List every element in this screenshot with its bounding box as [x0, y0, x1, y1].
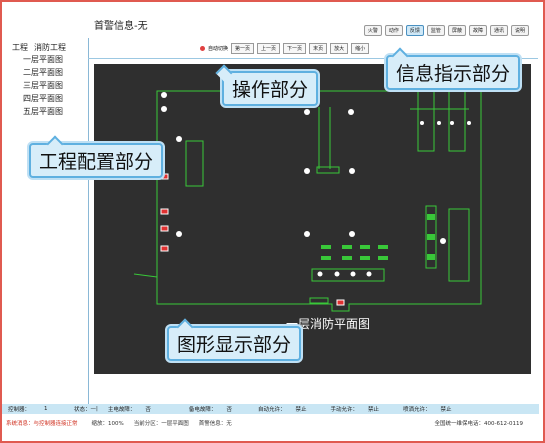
room-block [185, 140, 204, 187]
detector-3[interactable] [176, 136, 182, 142]
alarm-button-4[interactable] [160, 245, 169, 252]
tree-item-floor1[interactable]: 一层平面图 [23, 53, 66, 66]
detector-2[interactable] [161, 106, 167, 112]
tree-project-label[interactable]: 消防工程 [34, 42, 66, 53]
project-tree: 工程 消防工程 一层平面图 二层平面图 三层平面图 四层平面图 五层平面图 [12, 42, 66, 118]
entrance-line [133, 273, 158, 278]
alarm-button-5[interactable] [336, 299, 345, 306]
module-5 [321, 256, 331, 260]
indicator-3 [450, 121, 454, 125]
prev-page-button[interactable]: 上一页 [257, 43, 281, 54]
backup-fault-label: 备电故障： [188, 407, 217, 413]
module-8 [378, 256, 388, 260]
module-2 [342, 245, 352, 249]
status-button-group: 火警 动作 反馈 监管 屏蔽 故障 通讯 说明 [363, 25, 529, 36]
detector-4[interactable] [304, 109, 310, 115]
tree-item-floor3[interactable]: 三层平面图 [23, 79, 66, 92]
module-4 [378, 245, 388, 249]
first-alarm-info: 首警信息：无 [198, 421, 232, 427]
detector-10[interactable] [349, 231, 355, 237]
controller-select[interactable]: 1 [44, 406, 74, 412]
page-title: 首警信息-无 [94, 21, 148, 32]
manual-allow-label: 手动允许： [330, 407, 358, 413]
cabinet-right [448, 88, 466, 152]
tree-item-floor2[interactable]: 二层平面图 [23, 66, 66, 79]
auto-switch-checkbox[interactable] [200, 46, 205, 51]
system-message: 系统消息：与控制器连接正常 [6, 421, 78, 427]
service-hotline: 全国统一维保电话：400-612-0119 [434, 421, 523, 427]
callout-graphics: 图形显示部分 [167, 326, 302, 361]
alarm-button-2[interactable] [160, 208, 169, 215]
detector-9[interactable] [304, 231, 310, 237]
module-3 [360, 245, 370, 249]
auto-allow-value: 禁止 [295, 407, 307, 413]
detector-11[interactable] [440, 238, 446, 244]
status-button-fire[interactable]: 火警 [363, 25, 382, 36]
alarm-button-3[interactable] [160, 225, 169, 232]
info-status-bar: 系统消息：与控制器连接正常 缩放：100% 当前分区：一层平面图 首警信息：无 … [2, 418, 539, 428]
header-bar: 首警信息-无 火警 动作 反馈 监管 屏蔽 故障 通讯 说明 [90, 6, 535, 36]
callout-info: 信息指示部分 [386, 55, 521, 90]
status-button-supervise[interactable]: 监管 [426, 25, 445, 36]
status-button-shield[interactable]: 屏蔽 [447, 25, 466, 36]
last-page-button[interactable]: 末页 [309, 43, 328, 54]
detector-5[interactable] [348, 109, 354, 115]
status-button-help[interactable]: 说明 [510, 25, 529, 36]
zoom-in-button[interactable]: 放大 [330, 43, 349, 54]
valve-3 [427, 254, 435, 260]
indicator-2 [437, 121, 441, 125]
manual-allow-value: 禁止 [368, 407, 380, 413]
valve-1 [427, 214, 435, 220]
door-marker [309, 297, 329, 304]
detector-7[interactable] [349, 168, 355, 174]
detector-12[interactable] [317, 271, 323, 277]
detector-6[interactable] [304, 168, 310, 174]
detector-8[interactable] [176, 231, 182, 237]
zoom-out-button[interactable]: 缩小 [351, 43, 370, 54]
tree-item-floor4[interactable]: 四层平面图 [23, 92, 66, 105]
floor-plan-drawing: 一层消防平面图 [133, 75, 482, 331]
floor-plan-canvas[interactable]: 一层消防平面图 [94, 64, 531, 374]
spray-allow-label: 喷洒允许： [403, 407, 431, 413]
auto-allow-label: 自动允许： [257, 407, 286, 413]
tree-item-floor5[interactable]: 五层平面图 [23, 105, 66, 118]
detector-15[interactable] [366, 271, 372, 277]
spray-allow-value: 禁止 [440, 407, 452, 413]
pipe-base [316, 166, 340, 174]
tree-header: 工程 消防工程 [12, 42, 66, 53]
main-fault-label: 主电故障： [107, 407, 136, 413]
module-6 [342, 256, 352, 260]
zoom-level: 缩放：100% [91, 421, 124, 427]
status-button-comm[interactable]: 通讯 [489, 25, 508, 36]
first-page-button[interactable]: 第一页 [231, 43, 255, 54]
indicator-1 [420, 121, 424, 125]
indicator-4 [467, 121, 471, 125]
status-button-feedback[interactable]: 反馈 [405, 25, 424, 36]
valve-2 [427, 234, 435, 240]
sidebar-divider [88, 38, 89, 405]
module-1 [321, 245, 331, 249]
callout-config: 工程配置部分 [29, 143, 164, 178]
backup-fault-value: 否 [226, 407, 232, 413]
status-button-fault[interactable]: 故障 [468, 25, 487, 36]
current-zone: 当前分区：一层平面图 [133, 421, 189, 427]
main-fault-value: 否 [145, 407, 151, 413]
status-button-action[interactable]: 动作 [384, 25, 403, 36]
page-controls: 自动切换 第一页 上一页 下一页 末页 放大 缩小 [200, 43, 370, 54]
state-label: 状态： [74, 407, 91, 413]
tree-root-label[interactable]: 工程 [12, 42, 28, 53]
equipment-box [448, 208, 470, 282]
module-7 [360, 256, 370, 260]
state-value: —| [90, 406, 98, 412]
detector-14[interactable] [350, 271, 356, 277]
controller-label: 控制器： [8, 407, 31, 413]
callout-operation: 操作部分 [222, 71, 319, 106]
auto-switch-label: 自动切换 [208, 46, 229, 52]
detector-1[interactable] [161, 92, 167, 98]
detector-row-box [311, 268, 385, 282]
cabinet-left [417, 88, 435, 152]
detector-13[interactable] [334, 271, 340, 277]
next-page-button[interactable]: 下一页 [283, 43, 307, 54]
controller-status-bar: 控制器： 1 状态： —| 主电故障： 否 备电故障： 否 自动允许： 禁止 手… [2, 404, 539, 414]
